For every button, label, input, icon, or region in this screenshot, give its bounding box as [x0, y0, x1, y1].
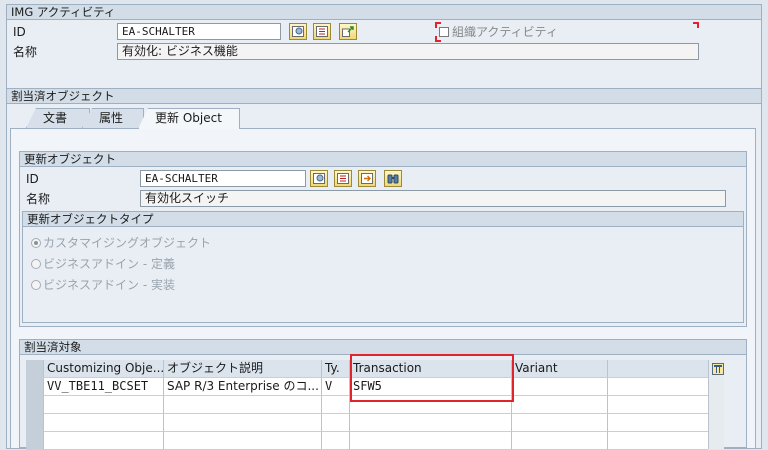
navigate-icon[interactable]: [339, 23, 357, 40]
col-transaction[interactable]: Transaction: [350, 360, 512, 378]
col-type[interactable]: Ty.: [322, 360, 350, 378]
table-header: Customizing Obje... オブジェクト説明 Ty. Transac…: [26, 360, 708, 378]
cell-empty[interactable]: [164, 432, 322, 450]
table-row[interactable]: [26, 396, 708, 414]
cell-empty[interactable]: [512, 396, 608, 414]
assigned-objects-title: 割当済オブジェクト: [6, 88, 762, 104]
cell-empty[interactable]: [350, 414, 512, 432]
col-filler: [608, 360, 708, 378]
img-id-label: ID: [13, 25, 26, 39]
col-object-description[interactable]: オブジェクト説明: [164, 360, 322, 378]
update-object-type-title: 更新オブジェクトタイプ: [22, 211, 744, 227]
img-activity-title: IMG アクティビティ: [6, 4, 762, 20]
img-name-field: 有効化: ビジネス機能: [117, 43, 699, 60]
radio-customizing-object-dot[interactable]: [31, 238, 41, 248]
tab-document[interactable]: 文書: [26, 108, 90, 128]
cell-empty[interactable]: [44, 432, 164, 450]
radio-customizing-object-label: カスタマイジングオブジェクト: [43, 236, 212, 250]
display-icon[interactable]: [289, 23, 307, 40]
cell-filler: [608, 396, 708, 414]
cell-empty[interactable]: [350, 396, 512, 414]
radio-badi-definition-label: ビジネスアドイン - 定義: [43, 257, 175, 271]
update-id-label: ID: [26, 172, 39, 186]
cell-empty[interactable]: [322, 396, 350, 414]
cell-filler: [608, 378, 708, 396]
cell-filler: [608, 432, 708, 450]
cell-empty[interactable]: [512, 432, 608, 450]
radio-badi-implementation-label: ビジネスアドイン - 実装: [43, 278, 175, 292]
row-selector[interactable]: [26, 432, 44, 450]
org-activity-label: 組織アクティビティ: [452, 25, 558, 39]
list-icon[interactable]: [334, 170, 352, 187]
update-object-title: 更新オブジェクト: [19, 151, 747, 167]
table-vertical-scrollbar[interactable]: [708, 360, 724, 449]
cell-empty[interactable]: [322, 414, 350, 432]
table-settings-icon[interactable]: [712, 363, 724, 375]
radio-customizing-object[interactable]: カスタマイジングオブジェクト: [31, 235, 211, 251]
table-row[interactable]: VV_TBE11_BCSET SAP R/3 Enterprise のコ... …: [26, 378, 708, 396]
radio-badi-definition[interactable]: ビジネスアドイン - 定義: [31, 256, 175, 272]
cell-empty[interactable]: [322, 432, 350, 450]
update-id-field[interactable]: EA-SCHALTER: [140, 170, 306, 187]
navigate-icon[interactable]: [358, 170, 376, 187]
cell-empty[interactable]: [164, 396, 322, 414]
update-name-label: 名称: [26, 192, 51, 206]
cell-empty[interactable]: [44, 414, 164, 432]
cell-variant[interactable]: [512, 378, 608, 396]
cell-empty[interactable]: [164, 414, 322, 432]
cell-type[interactable]: V: [322, 378, 350, 396]
table-row[interactable]: [26, 432, 708, 450]
radio-badi-implementation-dot[interactable]: [31, 280, 41, 290]
update-name-field: 有効化スイッチ: [140, 190, 726, 207]
row-selector[interactable]: [26, 378, 44, 396]
tab-update-object[interactable]: 更新 Object: [138, 108, 240, 129]
img-activity-group: ID EA-SCHALTER 組織アクティビティ 名称 有効化: ビジネス機能: [6, 20, 762, 92]
col-variant[interactable]: Variant: [512, 360, 608, 378]
col-customizing-object[interactable]: Customizing Obje...: [44, 360, 164, 378]
radio-badi-definition-dot[interactable]: [31, 259, 41, 269]
binoculars-icon[interactable]: [384, 170, 402, 187]
list-icon[interactable]: [313, 23, 331, 40]
assigned-targets-title: 割当済対象: [19, 339, 747, 355]
row-selector[interactable]: [26, 396, 44, 414]
img-id-field[interactable]: EA-SCHALTER: [117, 23, 281, 40]
tab-attributes[interactable]: 属性: [82, 108, 144, 128]
display-icon[interactable]: [310, 170, 328, 187]
org-activity-checkbox-box[interactable]: [439, 27, 449, 37]
org-activity-checkbox[interactable]: 組織アクティビティ: [435, 22, 699, 42]
cell-empty[interactable]: [44, 396, 164, 414]
cell-empty[interactable]: [512, 414, 608, 432]
cell-filler: [608, 414, 708, 432]
table-row[interactable]: [26, 414, 708, 432]
img-name-label: 名称: [13, 45, 38, 59]
cell-customizing-object[interactable]: VV_TBE11_BCSET: [44, 378, 164, 396]
cell-object-description[interactable]: SAP R/3 Enterprise のコ...: [164, 378, 322, 396]
row-selector[interactable]: [26, 414, 44, 432]
radio-badi-implementation[interactable]: ビジネスアドイン - 実装: [31, 277, 175, 293]
select-all-cell[interactable]: [26, 360, 44, 378]
cell-empty[interactable]: [350, 432, 512, 450]
cell-transaction[interactable]: SFW5: [350, 378, 512, 396]
